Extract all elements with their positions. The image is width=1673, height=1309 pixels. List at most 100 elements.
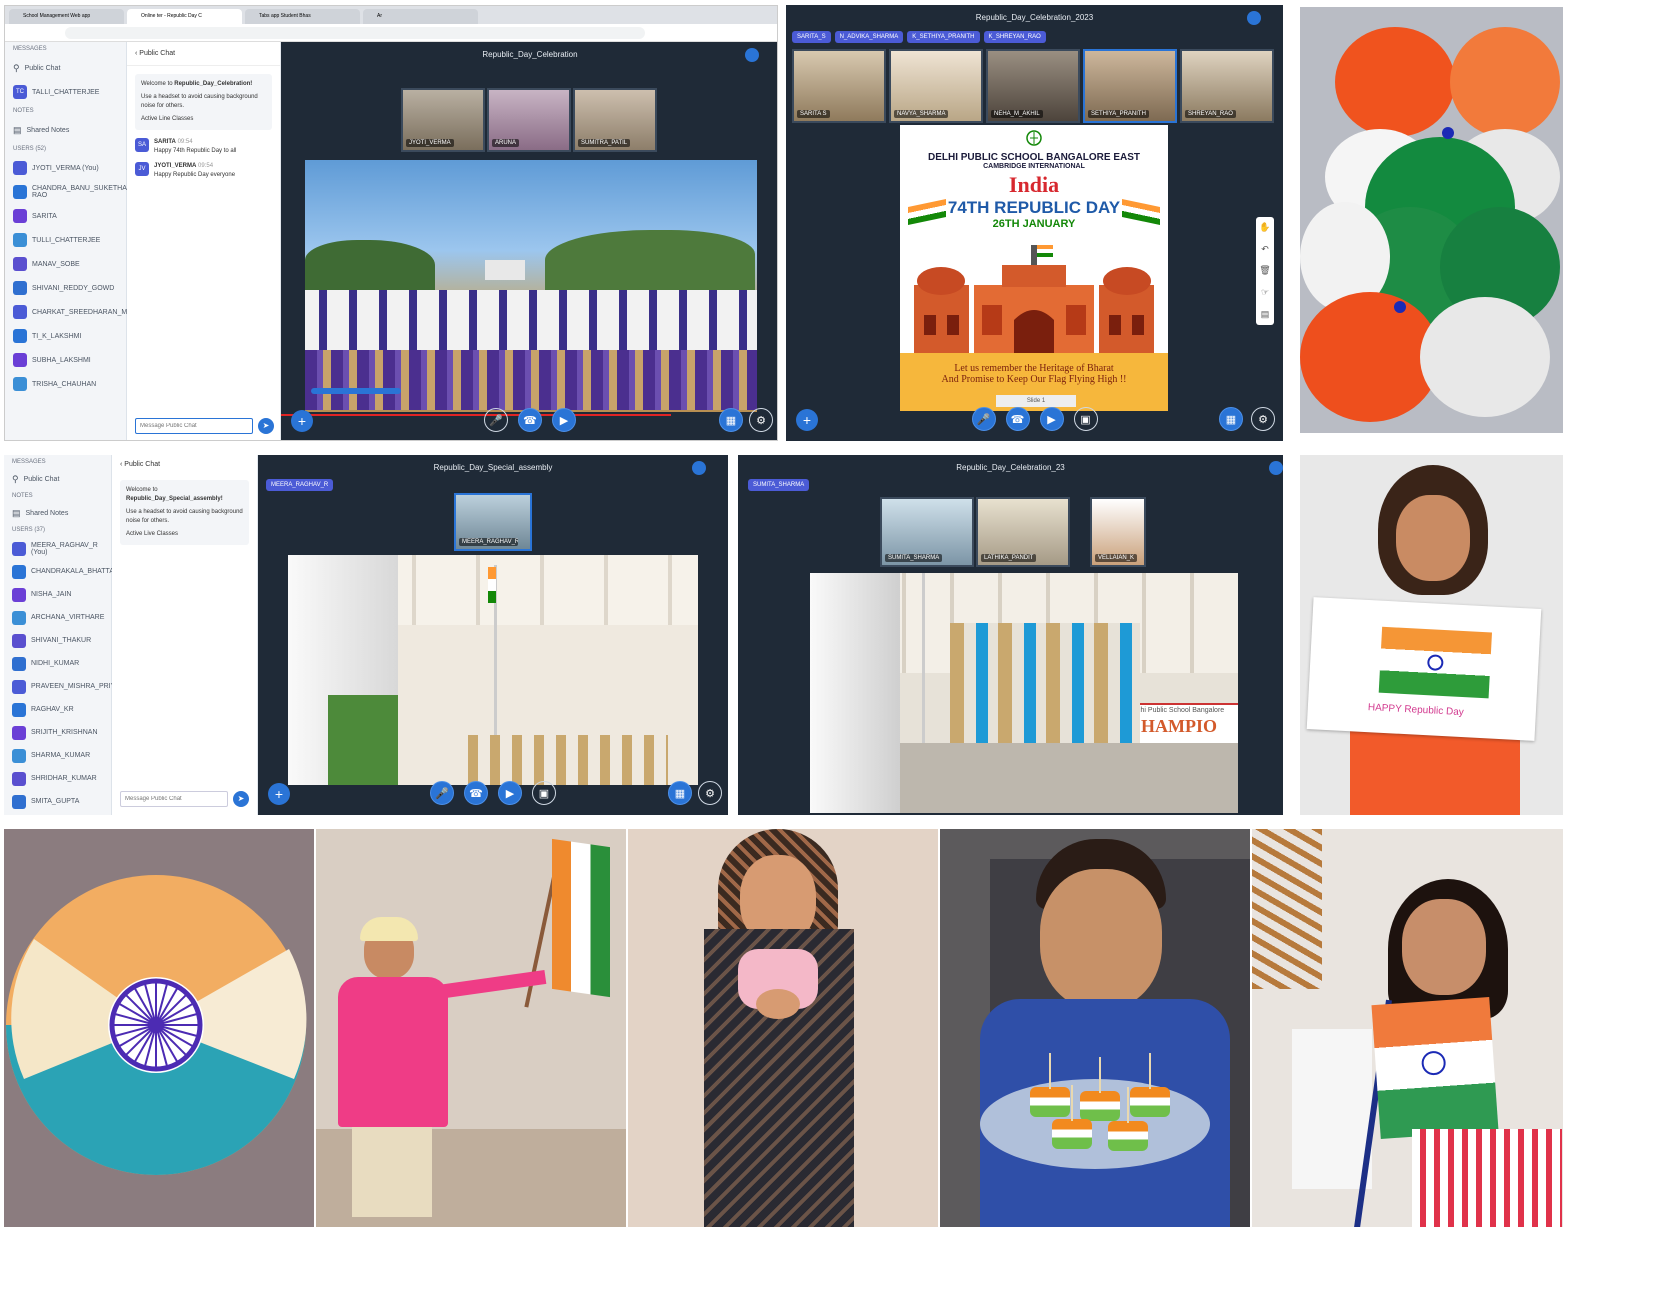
chat-message-input[interactable]	[120, 791, 228, 807]
user-list-item[interactable]: NISHA_JAIN	[4, 583, 111, 606]
photo-paper-fan-chakra	[4, 829, 314, 1227]
welcome-box: Welcome to Republic_Day_Special_assembly…	[120, 480, 249, 545]
webcam-tile[interactable]: NAVYA_SHARMA	[889, 49, 983, 123]
webcam-tile[interactable]: MEERA_RAGHAV_R	[454, 493, 532, 551]
video-icon[interactable]: ▶	[1039, 407, 1064, 431]
webcam-tile[interactable]: ARUNA	[487, 88, 571, 152]
poster-school-name: DELHI PUBLIC SCHOOL BANGALORE EAST	[927, 152, 1141, 163]
public-chat-item[interactable]: ⚲ Public Chat	[5, 56, 126, 80]
video-icon[interactable]: ▶	[498, 781, 522, 805]
send-button[interactable]: ➤	[258, 418, 274, 434]
webcam-tile[interactable]: LATHIKA_PANDIT	[976, 497, 1070, 567]
user-list-item[interactable]: CHARKAT_SREEDHARAN_M	[5, 300, 127, 324]
user-list-item[interactable]: JYOTI_VERMA (You)	[5, 156, 126, 180]
browser-tab[interactable]: Ar	[363, 9, 478, 24]
painted-flag-paper	[1371, 997, 1499, 1139]
settings-icon[interactable]: ⚙	[749, 408, 773, 432]
actions-plus-button[interactable]: +	[291, 410, 313, 432]
audio-icon[interactable]: ☎	[1005, 407, 1030, 431]
avatar	[12, 679, 26, 694]
user-list-item[interactable]: SARITA	[5, 204, 126, 228]
trash-icon[interactable]: 🗑	[1259, 265, 1270, 276]
pointer-icon[interactable]: ☞	[1261, 287, 1269, 298]
user-list-item[interactable]: TI_K_LAKSHMI	[5, 324, 126, 348]
send-button[interactable]: ➤	[233, 791, 249, 807]
user-name: MEERA_RAGHAV_R (You)	[31, 541, 98, 556]
shared-notes-item[interactable]: ▤ Shared Notes	[4, 503, 111, 523]
video-icon[interactable]: ▶	[552, 408, 576, 432]
private-chat-item[interactable]: TC TALLI_CHATTERJEE	[5, 80, 126, 104]
screen-share-icon[interactable]: ▣	[532, 781, 556, 805]
chat-message-input[interactable]	[135, 418, 253, 434]
webcam-tile[interactable]: VELLAIAN_K	[1090, 497, 1146, 567]
browser-tab[interactable]: School Management Web app	[9, 9, 124, 24]
user-list-item[interactable]: ARCHANA_VIRTHARE	[4, 606, 111, 629]
connection-icon[interactable]	[692, 461, 706, 475]
shared-notes-item[interactable]: ▤ Shared Notes	[5, 118, 126, 142]
user-list-item[interactable]: SUBHA_LAKSHMI	[5, 348, 126, 372]
presentation-icon[interactable]: ▦	[668, 781, 692, 805]
user-name: SHRIDHAR_KUMAR	[31, 775, 97, 782]
audio-icon[interactable]: ☎	[518, 408, 542, 432]
hand-icon[interactable]: ✋	[1259, 222, 1270, 233]
user-list-item[interactable]: TULLI_CHATTERJEE	[5, 228, 126, 252]
user-list-item[interactable]: SHIVANI_THAKUR	[4, 629, 111, 652]
user-list-item[interactable]: SHIVANI_REDDY_GOWD	[5, 276, 126, 300]
user-list-item[interactable]: CHANDRAKALA_BHATTACHARJEE	[4, 560, 147, 583]
url-field[interactable]	[65, 27, 645, 39]
talking-indicator: MEERA_RAGHAV_R	[266, 479, 334, 491]
webcam-tile[interactable]: SUMITRA_PATIL	[573, 88, 657, 152]
multi-user-icon[interactable]: ▤	[1261, 309, 1270, 320]
shared-video-flag-hoisting[interactable]	[288, 555, 698, 785]
mic-icon[interactable]: 🎤	[430, 781, 454, 805]
user-list-item[interactable]: SHARMA_KUMAR	[4, 744, 111, 767]
user-list-item[interactable]: MANAV_SOBE	[5, 252, 126, 276]
actions-plus-button[interactable]: +	[796, 409, 818, 431]
screen-share-icon[interactable]: ▣	[1073, 407, 1098, 431]
settings-icon[interactable]: ⚙	[698, 781, 722, 805]
shared-video-stage[interactable]: Delhi Public School Bangalore CHAMPIO	[810, 573, 1238, 813]
user-list-item[interactable]: SMITA_GUPTA	[4, 790, 111, 813]
audio-icon[interactable]: ☎	[464, 781, 488, 805]
browser-tab[interactable]: Tabs app Student Bhas	[245, 9, 360, 24]
avatar	[13, 353, 27, 367]
user-list-item[interactable]: PRAVEEN_MISHRA_PRIYA_RAO	[4, 675, 139, 698]
webcam-tile[interactable]: JYOTI_VERMA	[401, 88, 485, 152]
user-list-item[interactable]: SHRIDHAR_KUMAR	[4, 767, 111, 790]
undo-icon[interactable]: ↶	[1261, 244, 1269, 255]
poster-date: 26TH JANUARY	[992, 218, 1076, 230]
mic-icon[interactable]: 🎤	[971, 407, 996, 431]
notes-icon: ▤	[12, 507, 21, 518]
public-chat-item[interactable]: ⚲ Public Chat	[4, 469, 111, 489]
browser-tab-active[interactable]: Online ter - Republic Day C	[127, 9, 242, 24]
messages-label: MESSAGES	[13, 46, 47, 52]
presentation-icon[interactable]: ▦	[1219, 407, 1243, 431]
avatar	[12, 794, 26, 809]
public-chat-panel: ‹ Public Chat Welcome to Republic_Day_Ce…	[127, 42, 281, 440]
settings-icon[interactable]: ⚙	[1251, 407, 1275, 431]
slide-navigation[interactable]: Slide 1	[996, 395, 1076, 407]
shared-video-parade[interactable]	[305, 160, 757, 412]
webcam-tile[interactable]: SHREYAN_RAO	[1180, 49, 1274, 123]
webcam-tile[interactable]: SARITA S	[792, 49, 886, 123]
screen-share-icon[interactable]: ▦	[719, 408, 743, 432]
webcam-tile[interactable]: SUMITA_SHARMA	[880, 497, 974, 567]
actions-plus-button[interactable]: +	[268, 783, 290, 805]
tricolor-sweet	[1108, 1121, 1148, 1151]
user-list-item[interactable]: CHANDRA_BANU_SUKETHA RAO	[5, 180, 127, 204]
webcam-tile[interactable]: NEHA_M_AKHIL	[986, 49, 1080, 123]
presentation-area: Republic_Day_Special_assembly MEERA_RAGH…	[258, 455, 728, 815]
user-list-item[interactable]: SRIJITH_KRISHNAN	[4, 721, 111, 744]
connection-icon[interactable]	[1247, 11, 1261, 25]
avatar	[12, 610, 26, 625]
mic-icon[interactable]: 🎤	[484, 408, 508, 432]
connection-icon[interactable]	[1269, 461, 1283, 475]
user-list-item[interactable]: TRISHA_CHAUHAN	[5, 372, 126, 396]
user-list-item[interactable]: RAGHAV_KR	[4, 698, 111, 721]
browser-address-bar[interactable]	[5, 24, 777, 42]
user-list-item[interactable]: NIDHI_KUMAR	[4, 652, 111, 675]
user-list-item[interactable]: MEERA_RAGHAV_R (You)	[4, 537, 111, 560]
connection-icon[interactable]	[745, 48, 759, 62]
webcam-tile[interactable]: SETHIYA_PRANITH	[1083, 49, 1177, 123]
volume-slider[interactable]	[311, 388, 401, 394]
